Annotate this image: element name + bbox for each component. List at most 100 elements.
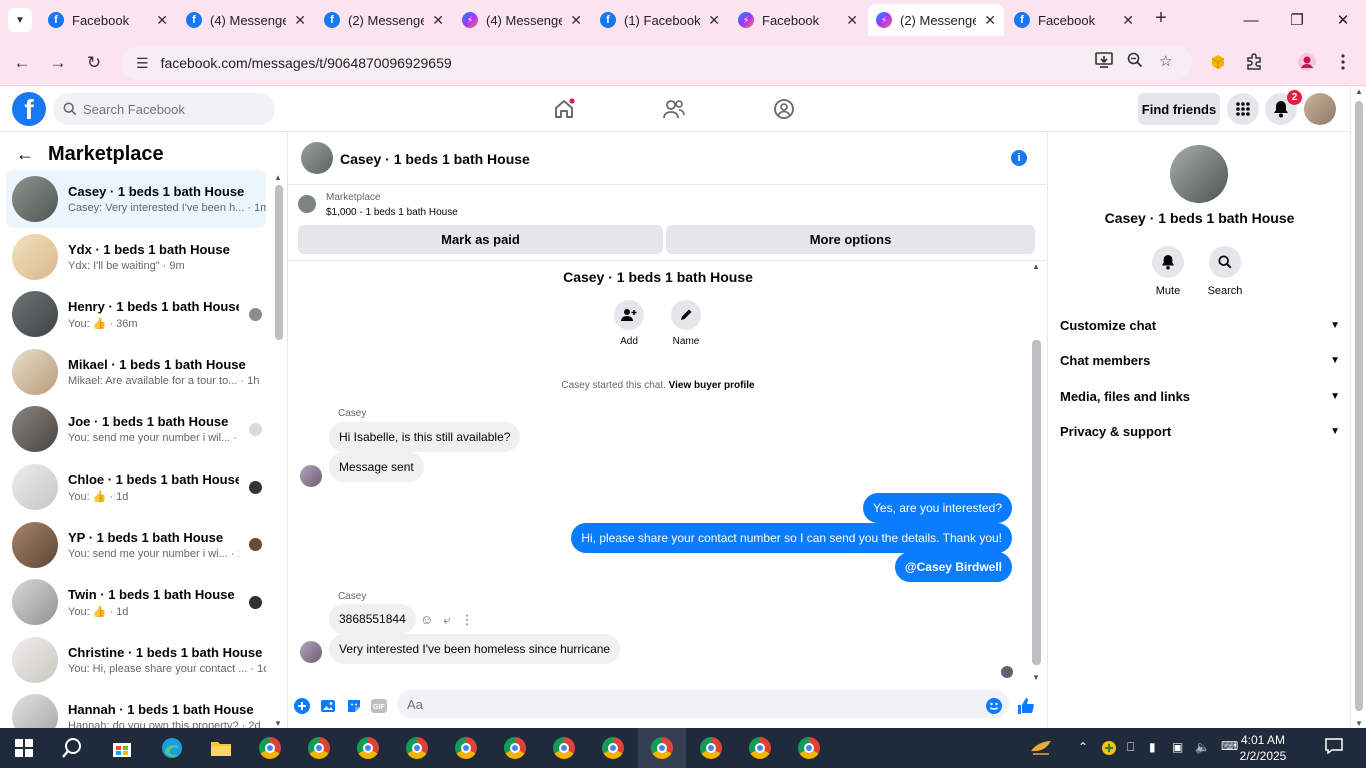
back-arrow-icon[interactable]: ←	[10, 51, 34, 75]
close-tab-icon[interactable]: ✕	[294, 12, 306, 29]
edge-browser-icon[interactable]	[158, 734, 186, 762]
close-tab-icon[interactable]: ✕	[570, 12, 582, 29]
conversation-item[interactable]: Joe · 1 beds 1 bath House You: send me yo…	[6, 400, 266, 458]
sticker-icon[interactable]	[345, 697, 363, 715]
tray-app-icon[interactable]	[1027, 734, 1055, 762]
zoom-icon[interactable]	[1127, 52, 1143, 72]
chat-avatar[interactable]	[301, 142, 333, 174]
listing-thumbnail[interactable]	[298, 195, 316, 213]
page-scrollbar[interactable]: ▲ ▼	[1350, 87, 1366, 728]
reload-icon[interactable]: ↻	[82, 51, 106, 75]
conversation-item[interactable]: Hannah · 1 beds 1 bath House Hannah: do y…	[6, 688, 266, 728]
outgoing-message[interactable]: Yes, are you interested?	[863, 493, 1012, 523]
details-section-row[interactable]: Privacy & support ▼	[1060, 417, 1340, 447]
facebook-search-input[interactable]	[83, 101, 263, 117]
thread-scrollbar[interactable]: ▲ ▼	[1028, 262, 1044, 682]
browser-tab[interactable]: ⚡ (2) Messenger ✕	[868, 4, 1004, 36]
view-buyer-profile-link[interactable]: View buyer profile	[669, 380, 755, 391]
friends-icon[interactable]	[654, 95, 694, 123]
chrome-window-icon[interactable]	[403, 734, 431, 762]
react-smiley-icon[interactable]: ☺	[420, 612, 433, 628]
info-icon[interactable]: i	[1011, 150, 1027, 166]
find-friends-button[interactable]: Find friends	[1138, 93, 1220, 125]
forward-arrow-icon[interactable]: →	[46, 51, 70, 75]
profile-icon[interactable]	[1296, 51, 1318, 73]
windows-start-icon[interactable]	[10, 734, 38, 762]
chrome-window-icon[interactable]	[501, 734, 529, 762]
conversation-item[interactable]: YP · 1 beds 1 bath House You: send me you…	[6, 516, 266, 574]
browser-tab[interactable]: f (2) Messenger ✕	[316, 4, 452, 36]
network-icon[interactable]: ▣	[1172, 740, 1183, 754]
store-icon[interactable]	[108, 734, 136, 762]
gif-icon[interactable]: GIF	[370, 697, 388, 715]
chrome-window-icon[interactable]	[550, 734, 578, 762]
install-app-icon[interactable]	[1095, 52, 1113, 72]
tab-search-chevron-icon[interactable]: ▼	[8, 8, 32, 32]
groups-icon[interactable]	[764, 95, 804, 123]
incoming-message[interactable]: Hi Isabelle, is this still available?	[329, 422, 521, 452]
facebook-logo-icon[interactable]: f	[12, 92, 46, 126]
chrome-window-icon[interactable]	[354, 734, 382, 762]
close-tab-icon[interactable]: ✕	[846, 12, 858, 29]
close-tab-icon[interactable]: ✕	[708, 12, 720, 29]
battery-icon[interactable]: ▮	[1149, 740, 1156, 754]
chrome-window-icon[interactable]	[599, 734, 627, 762]
close-tab-icon[interactable]: ✕	[1122, 12, 1134, 29]
add-people-button[interactable]: Add	[599, 300, 659, 347]
menu-grid-icon[interactable]	[1227, 93, 1259, 125]
photo-icon[interactable]	[319, 697, 337, 715]
more-kebab-icon[interactable]: ⋮	[461, 612, 474, 628]
browser-tab[interactable]: f (4) Messenger ✕	[178, 4, 314, 36]
conversation-list-scrollbar[interactable]: ▲ ▼	[272, 173, 286, 728]
address-bar[interactable]: ☰ facebook.com/messages/t/90648700969296…	[122, 46, 1192, 80]
back-arrow-icon[interactable]: ←	[16, 144, 34, 165]
tray-device-icon[interactable]: ⎕	[1127, 740, 1134, 755]
contact-avatar[interactable]	[1170, 145, 1228, 203]
chrome-window-icon[interactable]	[452, 734, 480, 762]
sender-avatar[interactable]	[300, 465, 322, 487]
incoming-message[interactable]: Very interested I've been homeless since…	[329, 634, 621, 664]
home-icon[interactable]	[544, 95, 584, 123]
conversation-item[interactable]: Mikael · 1 beds 1 bath House Mikael: Are …	[6, 343, 266, 401]
chrome-window-icon[interactable]	[305, 734, 333, 762]
notification-center-icon[interactable]	[1325, 738, 1343, 757]
incoming-message[interactable]: Message sent	[329, 452, 424, 482]
browser-tab[interactable]: f (1) Facebook ✕	[592, 4, 728, 36]
outgoing-message[interactable]: @Casey Birdwell	[894, 552, 1012, 582]
extension-box-icon[interactable]	[1207, 51, 1229, 73]
sender-avatar[interactable]	[300, 641, 322, 663]
mute-button[interactable]: Mute	[1143, 246, 1193, 297]
message-input[interactable]	[397, 690, 1009, 718]
chrome-window-icon[interactable]	[795, 734, 823, 762]
minimize-icon[interactable]: —	[1236, 6, 1266, 34]
plus-circle-icon[interactable]	[293, 697, 311, 715]
conversation-item[interactable]: Henry · 1 beds 1 bath House You: 👍 · 36m	[6, 285, 266, 343]
conversation-item[interactable]: Ydx · 1 beds 1 bath House Ydx: I'll be wa…	[6, 228, 266, 286]
listing-price[interactable]: $1,000 - 1 beds 1 bath House	[326, 207, 458, 218]
site-settings-icon[interactable]: ☰	[136, 55, 149, 72]
browser-menu-kebab-icon[interactable]	[1332, 51, 1354, 73]
emoji-icon[interactable]	[985, 697, 1003, 715]
new-tab-plus-icon[interactable]: +	[1150, 8, 1172, 30]
close-tab-icon[interactable]: ✕	[156, 12, 168, 29]
more-options-button[interactable]: More options	[666, 225, 1035, 254]
edit-name-button[interactable]: Name	[656, 300, 716, 347]
conversation-item[interactable]: Casey · 1 beds 1 bath House Casey: Very i…	[6, 170, 266, 228]
bookmark-star-icon[interactable]: ☆	[1159, 52, 1172, 70]
search-icon[interactable]	[58, 734, 86, 762]
browser-tab[interactable]: ⚡ (4) Messenger ✕	[454, 4, 590, 36]
browser-tab[interactable]: ⚡ Facebook ✕	[730, 4, 866, 36]
outgoing-message[interactable]: Hi, please share your contact number so …	[571, 523, 1012, 553]
chrome-window-icon[interactable]	[746, 734, 774, 762]
file-explorer-icon[interactable]	[207, 734, 235, 762]
close-window-icon[interactable]: ✕	[1328, 6, 1358, 34]
reply-icon[interactable]: ⤶	[443, 612, 450, 628]
mark-as-paid-button[interactable]: Mark as paid	[298, 225, 663, 254]
conversation-item[interactable]: Christine · 1 beds 1 bath House You: Hi, …	[6, 631, 266, 689]
restore-icon[interactable]: ❐	[1282, 6, 1312, 34]
browser-tab[interactable]: f Facebook ✕	[40, 4, 176, 36]
extensions-puzzle-icon[interactable]	[1243, 51, 1265, 73]
close-tab-icon[interactable]: ✕	[432, 12, 444, 29]
system-clock[interactable]: 4:01 AM 2/2/2025	[1228, 732, 1298, 764]
chrome-window-icon[interactable]	[697, 734, 725, 762]
